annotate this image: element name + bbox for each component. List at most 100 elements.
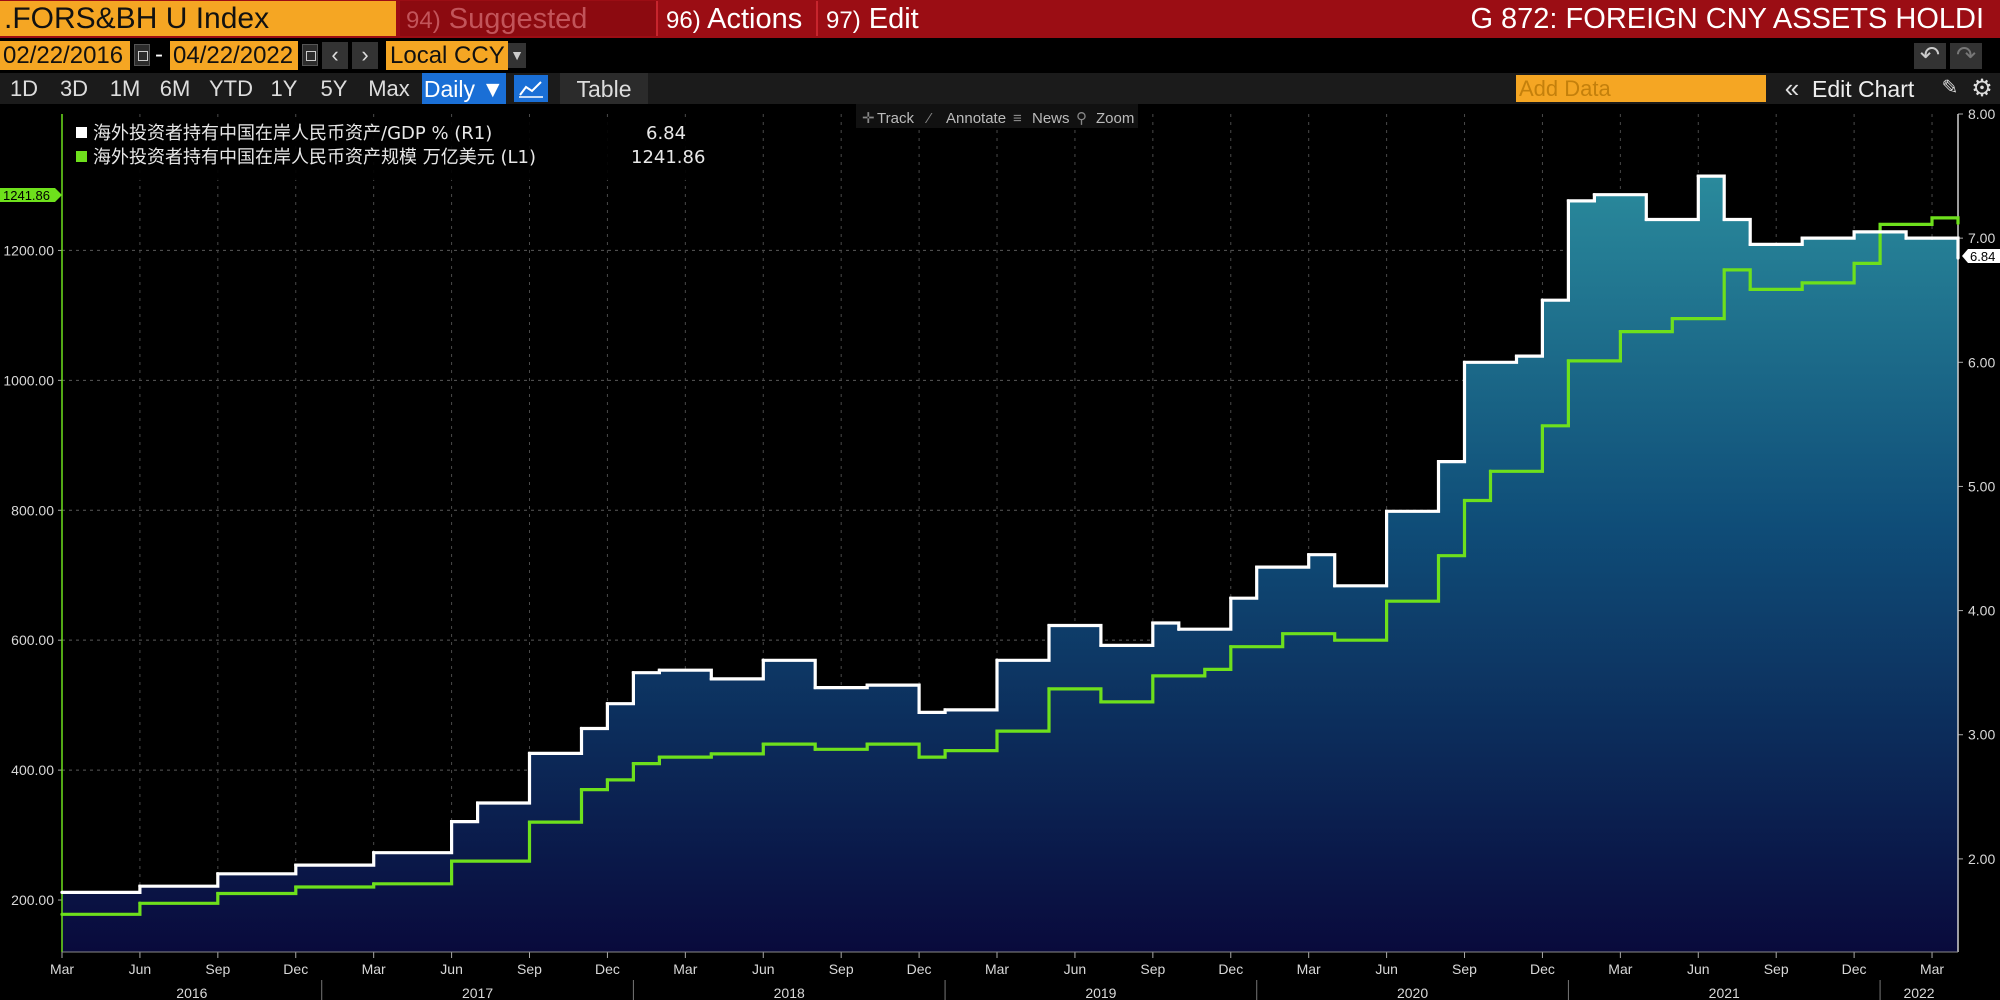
month-tick: Sep: [1452, 961, 1477, 977]
double-chevron-left-icon[interactable]: «: [1778, 73, 1806, 104]
annotate-button[interactable]: Annotate: [946, 110, 1006, 127]
month-tick: Sep: [829, 961, 854, 977]
year-tick: 2020: [1397, 985, 1428, 1000]
point-assets: [1281, 632, 1285, 636]
point-assets: [1099, 700, 1103, 704]
crosshair-icon: ✛: [862, 110, 875, 127]
month-tick: Sep: [205, 961, 230, 977]
point-gdp-ratio: [761, 658, 765, 662]
right-axis-tick: 4.00: [1968, 603, 1995, 619]
month-tick: Dec: [1842, 961, 1867, 977]
month-tick: Mar: [50, 961, 74, 977]
redo-icon[interactable]: ↷: [1950, 43, 1982, 69]
year-tick: 2017: [462, 985, 493, 1000]
table-view-button[interactable]: Table: [560, 73, 648, 104]
point-assets: [1878, 222, 1882, 227]
edit-chart-button[interactable]: Edit Chart: [1812, 73, 1914, 104]
start-date-field[interactable]: 02/22/2016: [0, 41, 130, 70]
point-gdp-ratio: [294, 863, 298, 867]
edit-menu-button[interactable]: 97) Edit ▼: [816, 1, 942, 66]
month-tick: Jun: [752, 961, 775, 977]
point-assets: [995, 729, 999, 733]
right-last-value: 6.84: [1970, 249, 1995, 264]
range-ytd-button[interactable]: YTD: [206, 73, 256, 104]
month-tick: Jun: [440, 961, 463, 977]
year-tick: 2021: [1709, 985, 1740, 1000]
range-6m-button[interactable]: 6M: [154, 73, 196, 104]
point-assets: [1229, 645, 1233, 649]
pencil-icon[interactable]: ✎: [1938, 73, 1962, 104]
track-button[interactable]: Track: [877, 110, 914, 127]
point-assets: [1203, 667, 1207, 672]
actions-menu-button[interactable]: 96) Actions ▼: [656, 1, 824, 66]
legend-label-gdp-ratio: 海外投资者持有中国在岸人民币资产/GDP % (R1): [93, 123, 492, 144]
point-gdp-ratio: [527, 751, 532, 755]
range-max-button[interactable]: Max: [364, 73, 414, 104]
point-gdp-ratio: [1099, 643, 1103, 647]
point-assets: [1930, 216, 1934, 220]
calendar-icon[interactable]: [134, 44, 150, 66]
right-axis-tick: 3.00: [1968, 727, 1995, 743]
point-assets: [216, 891, 220, 896]
range-5y-button[interactable]: 5Y: [314, 73, 354, 104]
point-gdp-ratio: [1644, 217, 1648, 222]
currency-select[interactable]: Local CCY: [386, 41, 508, 70]
point-gdp-ratio: [1229, 596, 1233, 600]
point-gdp-ratio: [1151, 621, 1155, 625]
zoom-button[interactable]: Zoom: [1096, 110, 1134, 127]
zoom-icon: ⚲: [1076, 110, 1087, 127]
frequency-dropdown[interactable]: Daily ▼: [422, 73, 506, 104]
range-3d-button[interactable]: 3D: [54, 73, 94, 104]
time-series-chart[interactable]: 200.00 400.00 600.00 800.00 1000.00 1200.00 2.…: [0, 104, 2000, 1000]
point-gdp-ratio: [631, 671, 635, 675]
point-assets: [1748, 287, 1752, 291]
range-1d-button[interactable]: 1D: [4, 73, 44, 104]
point-assets: [60, 912, 64, 916]
legend: 海外投资者持有中国在岸人民币资产/GDP % (R1) 6.84 海外投资者持有…: [66, 120, 705, 180]
caret-down-icon[interactable]: ▼: [508, 43, 526, 68]
point-gdp-ratio: [449, 820, 454, 824]
suggested-charts-button[interactable]: 94) Suggested Charts: [400, 1, 658, 73]
point-gdp-ratio: [1385, 509, 1389, 513]
point-assets: [1618, 330, 1622, 334]
news-button[interactable]: News: [1032, 110, 1070, 127]
left-axis-tick: 800.00: [11, 502, 54, 518]
point-gdp-ratio: [1047, 623, 1051, 628]
chevron-left-icon[interactable]: ‹: [322, 42, 348, 69]
end-date-field[interactable]: 04/22/2022: [170, 41, 298, 70]
point-assets: [657, 755, 661, 759]
suggested-charts-number: 94): [406, 7, 441, 34]
actions-label: Actions: [707, 3, 803, 35]
point-assets: [1436, 554, 1441, 558]
month-tick: Jun: [1375, 961, 1398, 977]
range-1y-button[interactable]: 1Y: [264, 73, 304, 104]
edit-number: 97): [826, 7, 861, 34]
actions-number: 96): [666, 7, 701, 34]
left-last-value-tag: 1241.86: [0, 188, 62, 203]
range-1m-button[interactable]: 1M: [104, 73, 146, 104]
point-assets: [372, 882, 376, 886]
edit-label: Edit: [868, 3, 919, 35]
month-tick: Mar: [985, 961, 1009, 977]
add-data-input[interactable]: Add Data: [1516, 75, 1766, 102]
ticker-input[interactable]: .FORS&BH U Index: [0, 1, 396, 36]
point-gdp-ratio: [475, 801, 480, 805]
month-tick: Mar: [1297, 961, 1321, 977]
point-gdp-ratio: [1852, 230, 1856, 234]
gear-icon[interactable]: ⚙: [1968, 73, 1996, 104]
point-gdp-ratio: [1540, 298, 1545, 302]
right-last-value-tag: 6.84: [1962, 249, 2000, 264]
point-gdp-ratio: [1904, 236, 1908, 240]
chevron-right-icon[interactable]: ›: [352, 42, 378, 69]
year-tick: 2016: [176, 985, 207, 1000]
calendar-icon[interactable]: [302, 44, 318, 66]
point-assets: [1852, 261, 1856, 266]
line-chart-icon[interactable]: [514, 75, 548, 102]
undo-icon[interactable]: ↶: [1914, 43, 1946, 69]
point-gdp-ratio: [917, 710, 921, 714]
year-tick: 2019: [1085, 985, 1116, 1000]
edit-chart-label: Edit Chart: [1812, 76, 1915, 102]
point-assets: [138, 901, 142, 905]
point-gdp-ratio: [657, 668, 661, 672]
point-gdp-ratio: [943, 708, 947, 712]
